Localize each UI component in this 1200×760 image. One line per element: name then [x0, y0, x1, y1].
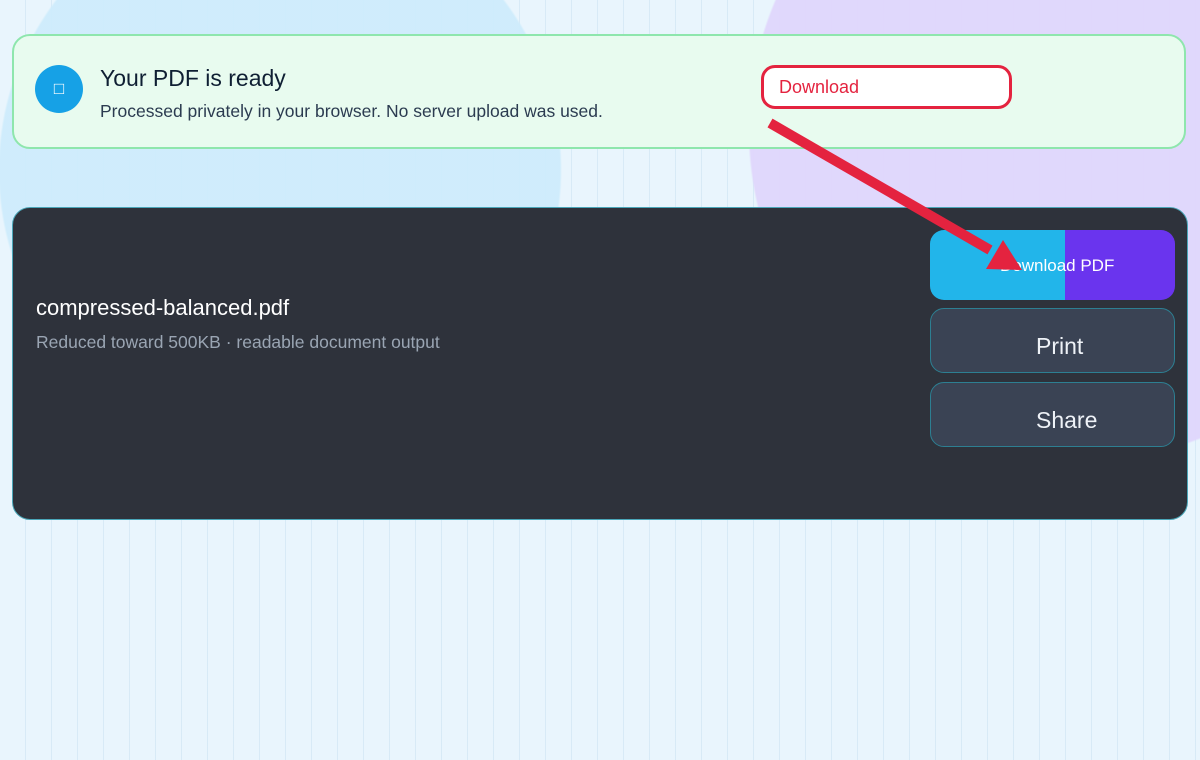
result-card: compressed-balanced.pdf Reduced toward 5…	[12, 207, 1188, 520]
download-pdf-button[interactable]: Download PDF	[930, 230, 1175, 300]
print-label: Print	[1036, 333, 1084, 359]
success-banner: □ Your PDF is ready Processed privately …	[12, 34, 1186, 149]
download-pdf-label: Download PDF	[1000, 256, 1115, 275]
document-icon: □	[35, 65, 83, 113]
banner-subtitle: Processed privately in your browser. No …	[100, 101, 603, 121]
file-name: compressed-balanced.pdf	[36, 295, 290, 320]
share-label: Share	[1036, 407, 1098, 433]
share-button[interactable]: Share	[930, 382, 1175, 447]
banner-title: Your PDF is ready	[100, 65, 286, 91]
print-button[interactable]: Print	[930, 308, 1175, 373]
banner-download-button[interactable]: Download	[761, 65, 1012, 109]
file-meta: Reduced toward 500KB · readable document…	[36, 332, 440, 352]
